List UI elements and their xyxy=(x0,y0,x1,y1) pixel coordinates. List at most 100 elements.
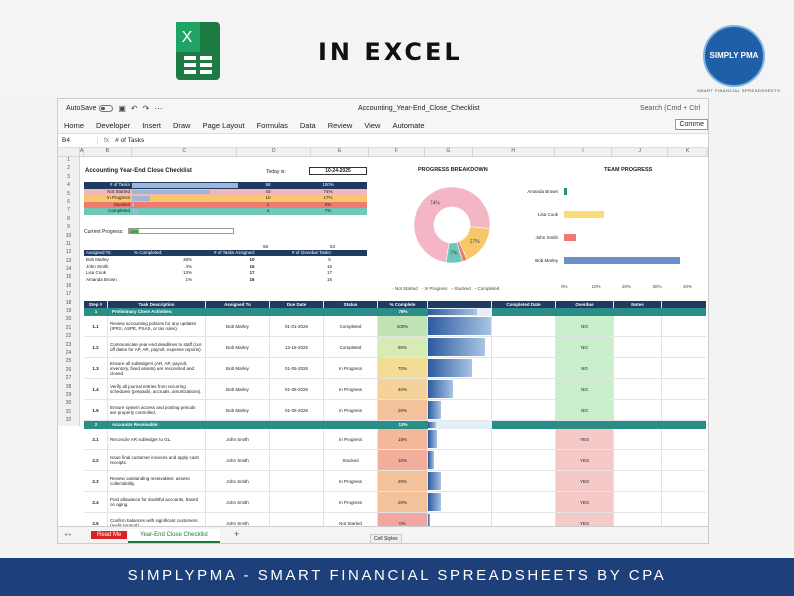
task-completed-date[interactable] xyxy=(492,379,556,399)
task-status[interactable]: In Progress xyxy=(324,358,378,378)
task-row[interactable]: 1.3 Ensure all subledgers (AR, AP, payrol… xyxy=(84,358,706,379)
task-completed-date[interactable] xyxy=(492,471,556,491)
task-status[interactable]: In Progress xyxy=(324,471,378,491)
task-pct-complete[interactable]: 15% xyxy=(378,429,428,449)
task-row[interactable]: 1.5 Ensure system access and posting peri… xyxy=(84,400,706,421)
task-pct-complete[interactable]: 100% xyxy=(378,316,428,336)
tab-year-end-close-checklist[interactable]: Year-End Close Checklist xyxy=(128,529,220,543)
task-completed-date[interactable] xyxy=(492,429,556,449)
column-header[interactable]: G xyxy=(425,148,473,156)
task-pct-complete[interactable]: 20% xyxy=(378,471,428,491)
save-icon[interactable]: ▣ xyxy=(118,104,126,113)
task-notes[interactable] xyxy=(614,316,662,336)
task-status[interactable]: Stucked xyxy=(324,450,378,470)
row-header[interactable]: 7 xyxy=(58,207,79,215)
task-pct-complete[interactable]: 40% xyxy=(378,379,428,399)
task-description[interactable]: Review outstanding receivables; assess c… xyxy=(108,471,206,491)
row-header[interactable]: 22 xyxy=(58,333,79,341)
task-notes[interactable] xyxy=(614,379,662,399)
row-header[interactable]: 12 xyxy=(58,249,79,257)
team-bar[interactable] xyxy=(564,211,604,218)
row-header[interactable]: 23 xyxy=(58,342,79,350)
task-description[interactable]: Review accounting policies for any updat… xyxy=(108,316,206,336)
name-box[interactable]: B4 xyxy=(58,137,98,144)
task-description[interactable]: Issue final customer invoices and apply … xyxy=(108,450,206,470)
search-input[interactable]: Search (Cmd + Ctrl xyxy=(640,105,700,112)
task-assignee[interactable]: John Smith xyxy=(206,450,270,470)
task-due-date[interactable] xyxy=(270,429,324,449)
row-header[interactable]: 15 xyxy=(58,274,79,282)
row-header[interactable]: 9 xyxy=(58,224,79,232)
task-header-cell[interactable]: % Complete xyxy=(378,301,428,308)
task-status[interactable]: In Progress xyxy=(324,429,378,449)
task-notes[interactable] xyxy=(614,358,662,378)
autosave-toggle[interactable] xyxy=(99,104,114,112)
row-header[interactable]: 3 xyxy=(58,174,79,182)
task-assignee[interactable]: John Smith xyxy=(206,471,270,491)
task-description[interactable]: Verify all journal entries from recurrin… xyxy=(108,379,206,399)
task-completed-date[interactable] xyxy=(492,358,556,378)
row-header[interactable]: 17 xyxy=(58,291,79,299)
team-bar[interactable] xyxy=(564,234,577,241)
task-description[interactable]: Communicate year-end deadlines to staff … xyxy=(108,337,206,357)
worksheet[interactable]: Accounting Year-End Close Checklist Toda… xyxy=(80,166,708,542)
tab-review[interactable]: Review xyxy=(328,121,353,130)
select-all-corner[interactable] xyxy=(58,148,80,156)
tab-formulas[interactable]: Formulas xyxy=(257,121,288,130)
task-header-cell[interactable]: Step # xyxy=(84,301,108,308)
task-due-date[interactable] xyxy=(270,450,324,470)
task-due-date[interactable] xyxy=(270,492,324,512)
row-header[interactable]: 10 xyxy=(58,233,79,241)
task-status[interactable]: In Progress xyxy=(324,379,378,399)
column-header[interactable]: J xyxy=(612,148,669,156)
row-header[interactable]: 11 xyxy=(58,241,79,249)
task-row[interactable]: 2.3 Review outstanding receivables; asses… xyxy=(84,471,706,492)
task-header-cell[interactable]: Completed Date xyxy=(492,301,556,308)
task-status[interactable]: Completed xyxy=(324,316,378,336)
document-title[interactable]: Accounting_Year-End_Close_Checklist xyxy=(358,105,480,112)
row-header[interactable]: 26 xyxy=(58,367,79,375)
task-assignee[interactable]: John Smith xyxy=(206,429,270,449)
tab-insert[interactable]: Insert xyxy=(142,121,161,130)
team-bar[interactable] xyxy=(564,257,680,264)
fx-icon[interactable]: fx xyxy=(104,137,109,144)
column-header[interactable]: F xyxy=(369,148,425,156)
row-header[interactable]: 19 xyxy=(58,308,79,316)
task-due-date[interactable]: 01-05-2026 xyxy=(270,379,324,399)
task-description[interactable]: Post allowance for doubtful accounts, ba… xyxy=(108,492,206,512)
more-icon[interactable]: ⋯ xyxy=(154,104,162,113)
comments-button[interactable]: Comme xyxy=(675,119,708,130)
task-header-cell[interactable]: Assigned To xyxy=(206,301,270,308)
task-notes[interactable] xyxy=(614,400,662,420)
task-header-cell[interactable]: Overdue xyxy=(556,301,614,308)
task-notes[interactable] xyxy=(614,471,662,491)
row-header[interactable]: 31 xyxy=(58,409,79,417)
tab-data[interactable]: Data xyxy=(300,121,316,130)
column-header[interactable]: D xyxy=(237,148,312,156)
task-completed-date[interactable] xyxy=(492,492,556,512)
task-notes[interactable] xyxy=(614,337,662,357)
team-bar[interactable] xyxy=(564,188,568,195)
task-assignee[interactable]: John Smith xyxy=(206,492,270,512)
tab-home[interactable]: Home xyxy=(64,121,84,130)
task-row[interactable]: 1.2 Communicate year-end deadlines to sta… xyxy=(84,337,706,358)
column-header[interactable]: B xyxy=(84,148,132,156)
tab-developer[interactable]: Developer xyxy=(96,121,130,130)
row-header[interactable]: 8 xyxy=(58,216,79,224)
task-notes[interactable] xyxy=(614,492,662,512)
tab-page-layout[interactable]: Page Layout xyxy=(202,121,244,130)
task-row[interactable]: 1.1 Review accounting policies for any up… xyxy=(84,316,706,337)
row-header[interactable]: 24 xyxy=(58,350,79,358)
task-row[interactable]: 2.4 Post allowance for doubtful accounts,… xyxy=(84,492,706,513)
undo-icon[interactable]: ↶ xyxy=(131,104,138,113)
redo-icon[interactable]: ↷ xyxy=(143,104,150,113)
column-header[interactable]: H xyxy=(473,148,555,156)
task-due-date[interactable] xyxy=(270,471,324,491)
row-header[interactable]: 16 xyxy=(58,283,79,291)
task-description[interactable]: Reconcile AR subledger to GL. xyxy=(108,429,206,449)
tab-view[interactable]: View xyxy=(364,121,380,130)
column-header[interactable]: E xyxy=(311,148,370,156)
row-header[interactable]: 5 xyxy=(58,191,79,199)
task-notes[interactable] xyxy=(614,429,662,449)
task-description[interactable]: Ensure all subledgers (AR, AP, payroll, … xyxy=(108,358,206,378)
